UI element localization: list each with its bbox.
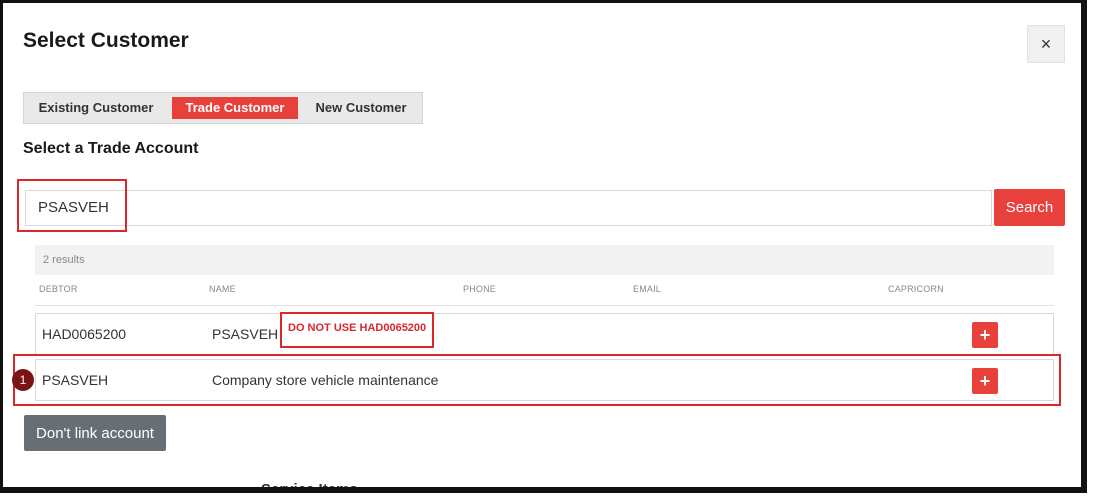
tab-trade-customer[interactable]: Trade Customer (172, 97, 298, 119)
background-accent-strip (1082, 103, 1085, 141)
table-row: HAD0065200 PSASVEH + (35, 313, 1054, 355)
screenshot-frame: Service Items Select Customer × Existing… (0, 0, 1087, 493)
section-title: Select a Trade Account (23, 140, 199, 157)
tab-existing-customer[interactable]: Existing Customer (32, 97, 160, 119)
search-input[interactable]: PSASVEH (25, 190, 992, 226)
modal-title: Select Customer (23, 29, 189, 52)
annotation-note: DO NOT USE HAD0065200 (280, 312, 434, 348)
search-button[interactable]: Search (994, 189, 1065, 226)
highlight-box-row (13, 354, 1061, 406)
name-cell: PSASVEH (212, 326, 279, 342)
column-header-name: NAME (209, 284, 236, 294)
column-header-capricorn: CAPRICORN (888, 284, 944, 294)
select-customer-modal: Select Customer × Existing Customer Trad… (3, 3, 1081, 487)
close-button[interactable]: × (1027, 25, 1065, 63)
close-icon: × (1040, 33, 1052, 54)
results-count: 2 results (35, 245, 1054, 275)
tab-new-customer[interactable]: New Customer (304, 97, 418, 119)
table-header-divider (35, 305, 1054, 306)
highlight-box-search (17, 179, 127, 232)
column-header-phone: PHONE (463, 284, 497, 294)
customer-type-tabs: Existing Customer Trade Customer New Cus… (23, 92, 423, 124)
background-accent-strip (1082, 261, 1085, 273)
debtor-cell: HAD0065200 (42, 326, 127, 342)
column-header-email: EMAIL (633, 284, 662, 294)
column-header-debtor: DEBTOR (39, 284, 78, 294)
plus-icon: + (979, 324, 991, 345)
dont-link-account-button[interactable]: Don't link account (24, 415, 166, 451)
add-account-button[interactable]: + (972, 322, 998, 348)
step-badge: 1 (12, 369, 34, 391)
